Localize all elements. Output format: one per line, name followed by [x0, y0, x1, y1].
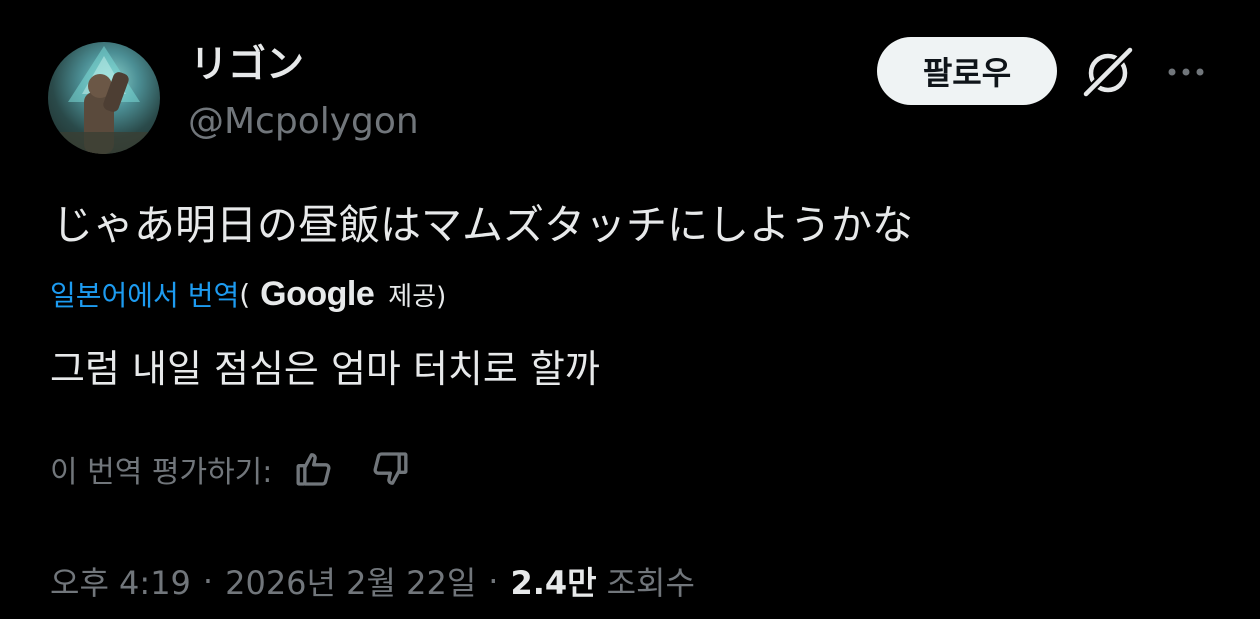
follow-button[interactable]: 팔로우 [877, 37, 1057, 105]
attribution-provided-label: 제공) [388, 281, 447, 312]
avatar-image [48, 46, 160, 154]
grok-slash-icon[interactable] [1078, 44, 1138, 100]
meta-separator: · [488, 562, 499, 600]
translate-link[interactable]: 일본어에서 번역 [50, 274, 239, 314]
translated-text: 그럼 내일 점심은 엄마 터치로 할까 [50, 347, 600, 391]
views-label: 조회수 [606, 564, 695, 602]
more-horizontal-icon[interactable] [1162, 50, 1210, 94]
tweet-time[interactable]: 오후 4:19 [50, 558, 191, 604]
tweet-date[interactable]: 2026년 2월 22일 [225, 558, 476, 604]
attribution-open-paren: ( [239, 277, 251, 311]
avatar[interactable] [48, 42, 160, 154]
thumbs-up-icon[interactable] [294, 449, 334, 489]
google-logo: Google [260, 274, 375, 313]
tweet-text: じゃあ明日の昼飯はマムズタッチにしようかな [52, 201, 913, 249]
rate-translation-label: 이 번역 평가하기: [50, 455, 273, 490]
translation-attribution: 일본어에서 번역 ( Google 제공) [50, 272, 446, 316]
author-display-name[interactable]: リゴン [190, 40, 304, 88]
translation-rating: 이 번역 평가하기: [50, 444, 410, 494]
author-handle[interactable]: @Mcpolygon [188, 98, 419, 146]
thumbs-down-icon[interactable] [370, 449, 410, 489]
meta-separator: · [202, 562, 214, 600]
tweet-meta: 오후 4:19 · 2026년 2월 22일 · 2.4만 조회수 [50, 556, 695, 606]
views-count[interactable]: 2.4만 [510, 558, 596, 604]
